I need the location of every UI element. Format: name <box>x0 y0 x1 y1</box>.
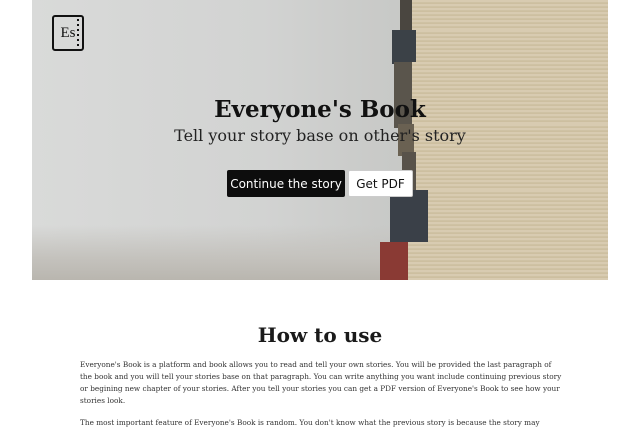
how-to-use-paragraph: The most important feature of Everyone's… <box>80 418 540 427</box>
book <box>402 152 608 194</box>
how-to-use-title: How to use <box>257 323 383 347</box>
continue-story-button[interactable]: Continue the story <box>227 170 345 197</box>
hero-subtitle: Tell your story base on other's story <box>174 126 466 145</box>
how-to-use-paragraph: Everyone's Book is a platform and book a… <box>80 360 562 405</box>
book <box>392 30 608 64</box>
book <box>390 190 608 246</box>
book <box>400 0 608 34</box>
logo-text: Es <box>60 24 76 41</box>
get-pdf-button[interactable]: Get PDF <box>348 170 413 197</box>
book <box>380 242 608 280</box>
hero-title: Everyone's Book <box>214 96 426 123</box>
notebook-logo-icon[interactable]: Es <box>52 15 84 51</box>
